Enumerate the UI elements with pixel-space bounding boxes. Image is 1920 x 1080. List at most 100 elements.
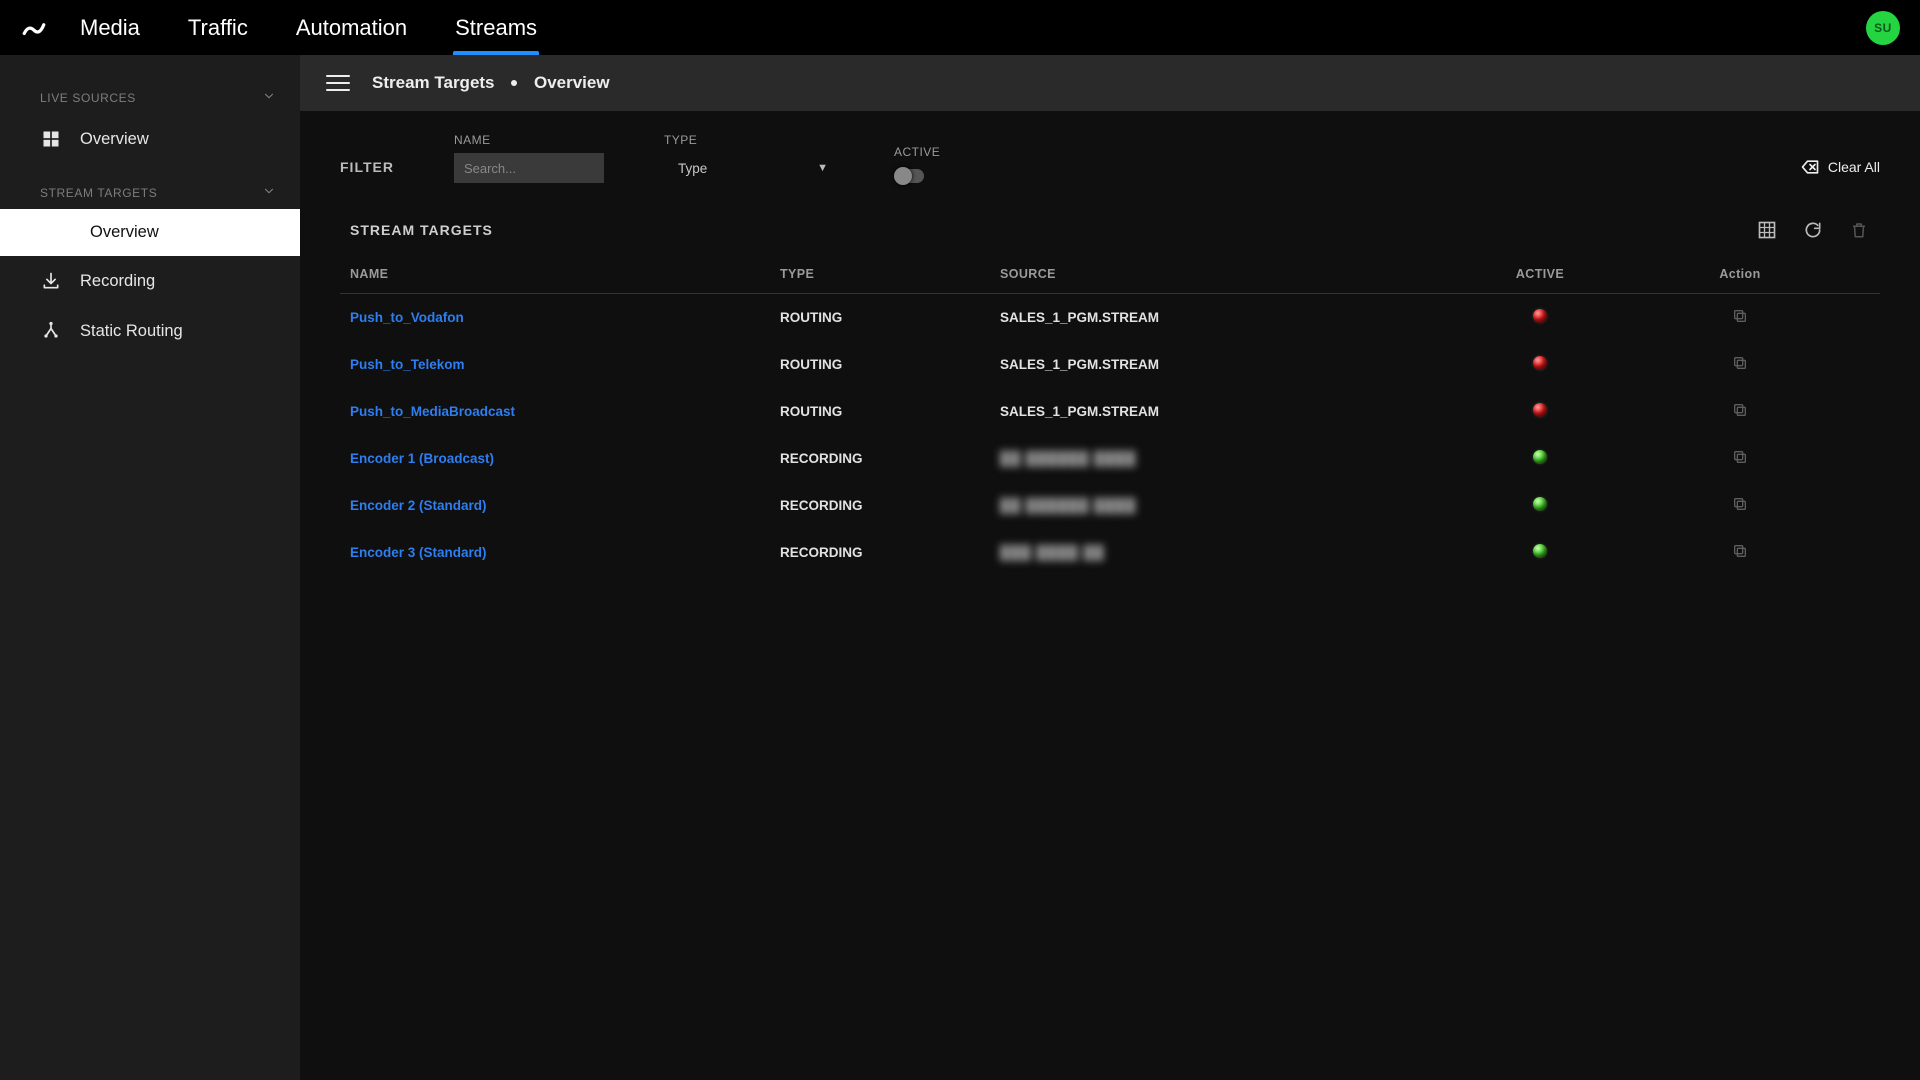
filter-active: ACTIVE [894, 145, 940, 183]
tab-streams[interactable]: Streams [453, 0, 539, 55]
cell-source: ██ ██████ ████ [990, 482, 1480, 529]
col-header-active[interactable]: ACTIVE [1480, 255, 1600, 294]
cell-active [1480, 482, 1600, 529]
table-row: Encoder 3 (Standard) RECORDING███ ████ ██ [340, 529, 1880, 576]
filter-type-label: TYPE [664, 133, 834, 147]
panel-title: STREAM TARGETS [350, 222, 493, 238]
copy-icon[interactable] [1732, 355, 1748, 371]
app-logo [20, 14, 48, 42]
tab-media[interactable]: Media [78, 0, 142, 55]
active-toggle[interactable] [894, 169, 924, 183]
type-select-value: Type [678, 161, 707, 176]
avatar-initials: SU [1874, 21, 1892, 35]
cell-type: ROUTING [770, 294, 990, 342]
table-row: Encoder 1 (Broadcast) RECORDING██ ██████ … [340, 435, 1880, 482]
status-dot-icon [1533, 309, 1547, 323]
menu-icon[interactable] [326, 71, 350, 95]
cell-type: RECORDING [770, 482, 990, 529]
copy-icon[interactable] [1732, 449, 1748, 465]
sidebar: LIVE SOURCES Overview STREAM TARGETS Overvi… [0, 55, 300, 1080]
cell-action [1600, 388, 1880, 435]
table-row: Encoder 2 (Standard) RECORDING██ ██████ █… [340, 482, 1880, 529]
dashboard-icon [40, 128, 62, 150]
table-row: Push_to_MediaBroadcast ROUTINGSALES_1_PGM… [340, 388, 1880, 435]
panel-actions [1756, 219, 1870, 241]
cell-type: RECORDING [770, 435, 990, 482]
stream-target-link[interactable]: Encoder 2 (Standard) [350, 498, 487, 513]
stream-targets-table: NAME TYPE SOURCE ACTIVE Action Push_to_V… [340, 255, 1880, 576]
delete-icon[interactable] [1848, 219, 1870, 241]
breadcrumb-page: Overview [534, 73, 610, 92]
status-dot-icon [1533, 497, 1547, 511]
copy-icon[interactable] [1732, 308, 1748, 324]
clear-icon [1800, 157, 1820, 177]
sidebar-item-label: Recording [80, 272, 155, 291]
stream-target-link[interactable]: Push_to_MediaBroadcast [350, 404, 515, 419]
copy-icon[interactable] [1732, 543, 1748, 559]
cell-source: SALES_1_PGM.STREAM [990, 341, 1480, 388]
stream-targets-panel: STREAM TARGETS [340, 205, 1880, 576]
filter-type: TYPE Type ▼ [664, 133, 834, 183]
sidebar-item-label: Overview [90, 223, 159, 242]
filter-name-label: NAME [454, 133, 604, 147]
status-dot-icon [1533, 356, 1547, 370]
sidebar-item-overview[interactable]: Overview [0, 114, 300, 164]
cell-source: SALES_1_PGM.STREAM [990, 294, 1480, 342]
status-dot-icon [1533, 403, 1547, 417]
cell-type: RECORDING [770, 529, 990, 576]
status-dot-icon [1533, 450, 1547, 464]
col-header-action: Action [1600, 255, 1880, 294]
sidebar-item-label: Overview [80, 130, 149, 149]
breadcrumb-separator-icon [511, 80, 517, 86]
stream-target-link[interactable]: Encoder 3 (Standard) [350, 545, 487, 560]
sidebar-item-static-routing[interactable]: Static Routing [0, 306, 300, 356]
cell-type: ROUTING [770, 388, 990, 435]
cell-action [1600, 482, 1880, 529]
chevron-down-icon [262, 89, 276, 106]
refresh-icon[interactable] [1802, 219, 1824, 241]
col-header-type[interactable]: TYPE [770, 255, 990, 294]
col-header-name[interactable]: NAME [340, 255, 770, 294]
cell-action [1600, 435, 1880, 482]
avatar[interactable]: SU [1866, 11, 1900, 45]
cell-active [1480, 294, 1600, 342]
tab-automation[interactable]: Automation [294, 0, 409, 55]
copy-icon[interactable] [1732, 496, 1748, 512]
stream-target-link[interactable]: Push_to_Vodafon [350, 310, 464, 325]
cell-action [1600, 294, 1880, 342]
breadcrumb: Stream Targets Overview [372, 73, 610, 93]
sidebar-item-label: Static Routing [80, 322, 183, 341]
table-row: Push_to_Telekom ROUTINGSALES_1_PGM.STREAM [340, 341, 1880, 388]
filter-bar: FILTER NAME TYPE Type ▼ ACTIVE Clear All [300, 111, 1920, 205]
cell-active [1480, 388, 1600, 435]
main-area: Stream Targets Overview FILTER NAME TYPE… [300, 55, 1920, 1080]
sidebar-section-title: STREAM TARGETS [40, 186, 157, 200]
sidebar-item-overview[interactable]: Overview [0, 209, 300, 256]
chevron-down-icon: ▼ [817, 162, 828, 174]
status-dot-icon [1533, 544, 1547, 558]
tab-traffic[interactable]: Traffic [186, 0, 250, 55]
sidebar-section-stream-targets[interactable]: STREAM TARGETS [0, 164, 300, 209]
search-input[interactable] [454, 153, 604, 183]
top-nav-tabs: Media Traffic Automation Streams [78, 0, 539, 55]
clear-all-button[interactable]: Clear All [1800, 157, 1880, 177]
download-icon [40, 270, 62, 292]
cell-type: ROUTING [770, 341, 990, 388]
copy-icon[interactable] [1732, 402, 1748, 418]
sidebar-item-recording[interactable]: Recording [0, 256, 300, 306]
type-select[interactable]: Type ▼ [664, 153, 834, 183]
col-header-source[interactable]: SOURCE [990, 255, 1480, 294]
top-nav: Media Traffic Automation Streams SU [0, 0, 1920, 55]
grid-view-icon[interactable] [1756, 219, 1778, 241]
sidebar-section-live-sources[interactable]: LIVE SOURCES [0, 69, 300, 114]
cell-active [1480, 341, 1600, 388]
stream-target-link[interactable]: Push_to_Telekom [350, 357, 465, 372]
stream-target-link[interactable]: Encoder 1 (Broadcast) [350, 451, 494, 466]
cell-action [1600, 341, 1880, 388]
cell-source: ███ ████ ██ [990, 529, 1480, 576]
cell-action [1600, 529, 1880, 576]
cell-source: ██ ██████ ████ [990, 435, 1480, 482]
filter-active-label: ACTIVE [894, 145, 940, 159]
cell-source: SALES_1_PGM.STREAM [990, 388, 1480, 435]
table-row: Push_to_Vodafon ROUTINGSALES_1_PGM.STREAM [340, 294, 1880, 342]
